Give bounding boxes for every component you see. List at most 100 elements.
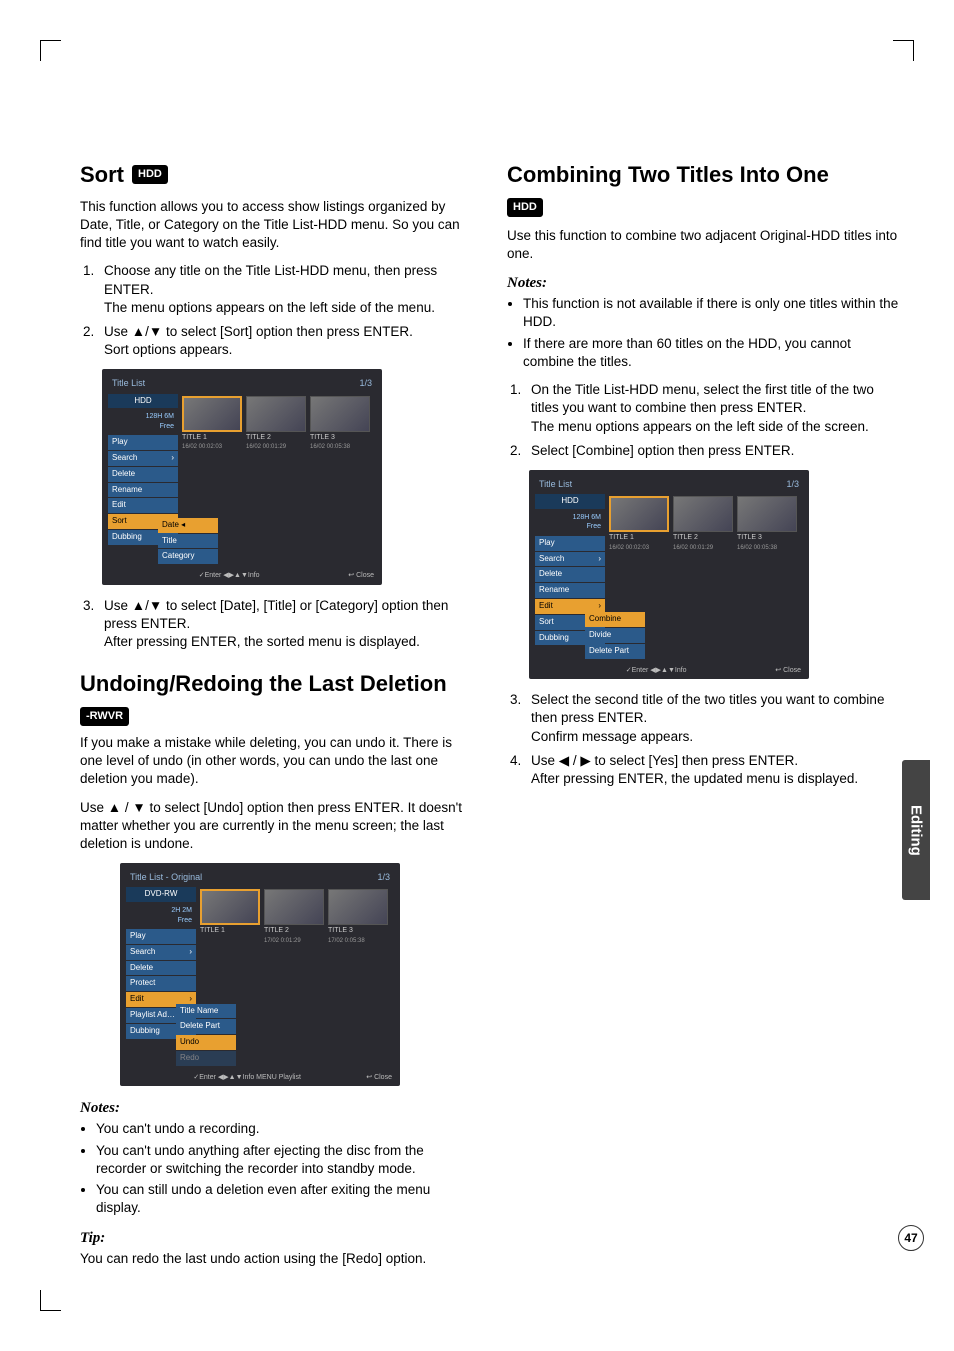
mock-thumb: TITLE 217/02 0:01:29 [264,889,324,1066]
step-note: After pressing ENTER, the sorted menu is… [104,634,420,649]
heading-sort: Sort HDD [80,160,477,190]
badge-hdd: HDD [132,165,168,184]
combine-step-1: On the Title List-HDD menu, select the f… [525,381,904,436]
heading-undo: Undoing/Redoing the Last Deletion -RWVR [80,669,477,726]
mock-menu-item: Edit [108,498,178,513]
heading-text: Undoing/Redoing the Last Deletion [80,669,447,699]
mock-footer: ↩ Close [366,1073,392,1082]
tip-text: You can redo the last undo action using … [80,1250,477,1268]
step-note: Sort options appears. [104,342,232,357]
mock-menu-item: Rename [108,483,178,498]
mock-thumb: TITLE 316/02 00:05:38 [737,496,797,660]
page-content: Sort HDD This function allows you to acc… [0,0,954,1351]
right-column: Combining Two Titles Into One HDD Use th… [507,160,904,1278]
mock-submenu-item: Category [158,549,218,564]
mock-menu-item: Play [126,929,196,944]
left-column: Sort HDD This function allows you to acc… [80,160,477,1278]
combine-step-2: Select [Combine] option then press ENTER… [525,442,904,460]
combine-intro: Use this function to combine two adjacen… [507,227,904,263]
mock-submenu-item: Title [158,534,218,549]
heading-combine: Combining Two Titles Into One [507,160,904,190]
mock-menu-item: Play [535,536,605,551]
mock-thumb: TITLE 216/02 00:01:29 [246,396,306,566]
mock-page: 1/3 [359,377,372,389]
mock-submenu-item: Combine [585,612,645,627]
mock-menu-item: Delete [535,567,605,582]
step-text: Select [Combine] option then press ENTER… [531,443,794,458]
mock-thumb: TITLE 316/02 00:05:38 [310,396,370,566]
note: This function is not available if there … [523,295,904,331]
note: You can't undo anything after ejecting t… [96,1142,477,1178]
mock-menu-item: Protect [126,976,196,991]
mock-submenu-item: Title Name [176,1004,236,1019]
undo-p1: If you make a mistake while deleting, yo… [80,734,477,789]
mock-thumb: TITLE 216/02 00:01:29 [673,496,733,660]
step-text: Select the second title of the two title… [531,692,884,725]
mock-free: 128H 6M Free [108,410,178,435]
combine-step-4: Use ◀ / ▶ to select [Yes] then press ENT… [525,752,904,788]
mock-submenu-item: Redo [176,1051,236,1066]
mock-menu-item: Delete [126,961,196,976]
mock-title: Title List - Original [130,871,202,883]
tip-heading: Tip: [80,1228,477,1248]
mock-menu-item: Rename [535,583,605,598]
combine-steps-cont: Select the second title of the two title… [525,691,904,788]
step-text: Choose any title on the Title List-HDD m… [104,263,437,296]
heading-text: Combining Two Titles Into One [507,162,829,187]
heading-text: Sort [80,160,124,190]
undo-p2: Use ▲ / ▼ to select [Undo] option then p… [80,799,477,854]
sort-steps: Choose any title on the Title List-HDD m… [98,262,477,359]
sort-step-2: Use ▲/▼ to select [Sort] option then pre… [98,323,477,359]
title-list-screenshot-undo: Title List - Original 1/3 DVD-RW 2H 2M Fr… [120,863,400,1086]
mock-menu-item: Search› [108,451,178,466]
title-list-screenshot-sort: Title List 1/3 HDD 128H 6M Free Play Sear… [102,369,382,584]
mock-title: Title List [539,478,572,490]
sort-step-3: Use ▲/▼ to select [Date], [Title] or [Ca… [98,597,477,652]
mock-footer: ✓Enter ◀▶▲▼Info [626,666,687,675]
mock-hdr: DVD-RW [126,887,196,902]
section-tab: Editing [902,760,930,900]
step-text: Use ▲/▼ to select [Date], [Title] or [Ca… [104,598,448,631]
mock-submenu-item: Delete Part [176,1019,236,1034]
mock-menu-item: Search› [126,945,196,960]
sort-steps-cont: Use ▲/▼ to select [Date], [Title] or [Ca… [98,597,477,652]
mock-footer: ✓Enter ◀▶▲▼Info MENU Playlist [193,1073,301,1082]
sort-intro: This function allows you to access show … [80,198,477,253]
badge-hdd: HDD [507,198,543,217]
mock-title: Title List [112,377,145,389]
mock-hdr: HDD [535,494,605,509]
mock-page: 1/3 [377,871,390,883]
mock-free: 128H 6M Free [535,511,605,536]
note: You can't undo a recording. [96,1120,477,1138]
mock-submenu-item: Delete Part [585,644,645,659]
sort-step-1: Choose any title on the Title List-HDD m… [98,262,477,317]
mock-thumb: TITLE 317/02 0:05:38 [328,889,388,1066]
mock-submenu-item: Date ◂ [158,518,218,533]
mock-free: 2H 2M Free [126,904,196,929]
combine-step-3: Select the second title of the two title… [525,691,904,746]
mock-menu-item: Play [108,435,178,450]
mock-footer: ↩ Close [348,571,374,580]
mock-menu-item: Search› [535,552,605,567]
title-list-screenshot-combine: Title List 1/3 HDD 128H 6M Free Play Sear… [529,470,809,679]
notes-heading: Notes: [507,273,904,293]
mock-footer: ✓Enter ◀▶▲▼Info [199,571,260,580]
mock-hdr: HDD [108,394,178,409]
step-note: After pressing ENTER, the updated menu i… [531,771,858,786]
notes-heading: Notes: [80,1098,477,1118]
page-number: 47 [898,1225,924,1251]
undo-notes: You can't undo a recording. You can't un… [96,1120,477,1217]
step-text: On the Title List-HDD menu, select the f… [531,382,874,415]
step-note: The menu options appears on the left sid… [104,300,435,315]
mock-footer: ↩ Close [775,666,801,675]
badge-rwvr: -RWVR [80,707,129,726]
combine-steps: On the Title List-HDD menu, select the f… [525,381,904,460]
step-text: Use ▲/▼ to select [Sort] option then pre… [104,324,413,339]
step-text: Use ◀ / ▶ to select [Yes] then press ENT… [531,753,798,768]
mock-page: 1/3 [786,478,799,490]
step-note: Confirm message appears. [531,729,693,744]
mock-submenu-item: Divide [585,628,645,643]
step-note: The menu options appears on the left sid… [531,419,869,434]
mock-menu-item: Delete [108,467,178,482]
combine-notes: This function is not available if there … [523,295,904,371]
